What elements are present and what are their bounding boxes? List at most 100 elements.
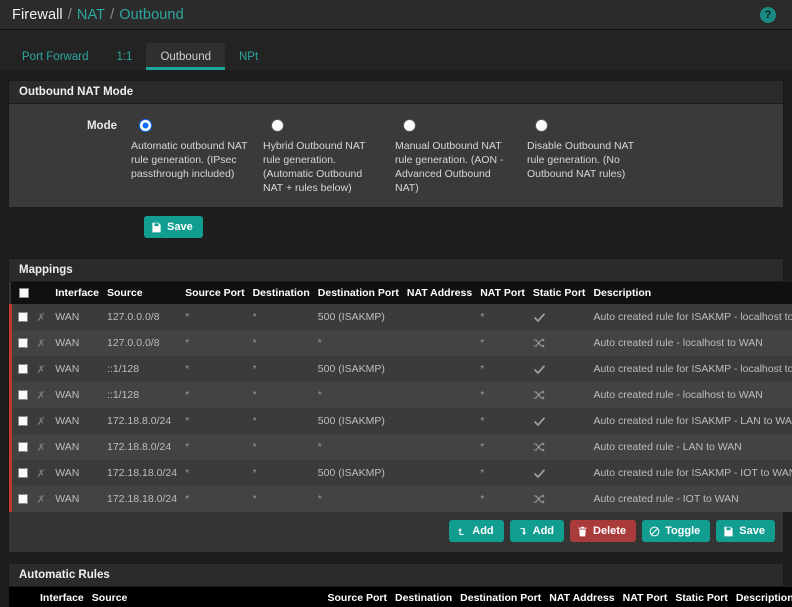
mappings-header-row: Interface Source Source Port Destination… [10, 282, 792, 304]
row-select-cell[interactable] [9, 486, 33, 512]
cell-nat-port: * [480, 389, 485, 401]
cell-source: 172.18.8.0/24 [107, 415, 172, 427]
radio-automatic[interactable] [140, 120, 151, 131]
cell-source: 172.18.18.0/24 [107, 467, 178, 479]
table-row[interactable]: ✗ WAN 172.18.18.0/24 * * 500 (ISAKMP) * Auto cr… [9, 460, 792, 486]
cell-nat-address [403, 304, 476, 330]
cell-destination-port: 500 (ISAKMP) [317, 415, 385, 427]
cell-source-port: * [185, 493, 190, 505]
cell-interface: WAN [55, 337, 80, 349]
cell-interface: WAN [55, 493, 80, 505]
mode-save-button[interactable]: Save [144, 216, 203, 238]
row-status-cell: ✗ [33, 460, 52, 486]
mode-options: Automatic outbound NAT rule generation. … [131, 118, 783, 195]
col-interface: Interface [51, 282, 103, 304]
mode-option-automatic-label: Automatic outbound NAT rule generation. … [131, 140, 248, 180]
row-select-cell[interactable] [9, 304, 33, 330]
row-checkbox[interactable] [18, 364, 28, 375]
breadcrumb-outbound-link[interactable]: Outbound [119, 7, 184, 23]
add-up-label: Add [472, 525, 494, 537]
add-down-button[interactable]: Add [509, 520, 565, 542]
random-port-shuffle-icon [533, 493, 545, 505]
cell-source-port: * [185, 415, 190, 427]
table-row[interactable]: ✗ WAN::1/128 * * * * Auto created rule - local… [9, 382, 792, 408]
cell-source-port: * [185, 311, 190, 323]
row-select-cell[interactable] [9, 460, 33, 486]
cell-description: Auto created rule for ISAKMP - IOT to WA… [593, 467, 792, 479]
tab-one-to-one[interactable]: 1:1 [102, 43, 146, 70]
table-row[interactable]: ✗ WAN 172.18.8.0/24 * * * * Auto created rule -… [9, 434, 792, 460]
add-up-button[interactable]: Add [449, 520, 504, 542]
toggle-button[interactable]: Toggle [642, 520, 711, 542]
radio-disable[interactable] [536, 120, 547, 131]
mode-option-hybrid[interactable]: Hybrid Outbound NAT rule generation. (Au… [263, 118, 395, 195]
cell-interface: WAN [55, 467, 80, 479]
row-select-cell[interactable] [9, 356, 33, 382]
disabled-x-icon: ✗ [36, 389, 46, 402]
cell-static-port [529, 408, 590, 434]
mappings-toolbar: Add Add Delete Toggle Save [9, 512, 783, 552]
select-all-header [10, 282, 33, 304]
automatic-rules-head: Interface Source Source Port Destination… [9, 587, 792, 607]
help-icon[interactable]: ? [760, 7, 776, 23]
automatic-rules-title: Automatic Rules [9, 564, 783, 587]
col-destination: Destination [248, 282, 314, 304]
cell-static-port [529, 304, 590, 330]
radio-manual[interactable] [404, 120, 415, 131]
row-checkbox[interactable] [18, 338, 28, 349]
breadcrumb-nat-link[interactable]: NAT [77, 7, 105, 23]
row-checkbox[interactable] [18, 494, 28, 505]
table-row[interactable]: ✗ WAN 172.18.18.0/24 * * * * Auto created rule … [9, 486, 792, 512]
mode-save-label: Save [167, 221, 193, 233]
mappings-save-button[interactable]: Save [716, 520, 775, 542]
row-checkbox[interactable] [18, 442, 28, 453]
mappings-table: Interface Source Source Port Destination… [9, 282, 792, 512]
delete-button[interactable]: Delete [570, 520, 637, 542]
table-row[interactable]: ✗ WAN::1/128 * * 500 (ISAKMP) * Auto created r… [9, 356, 792, 382]
floppy-disk-icon [151, 222, 162, 233]
toggle-label: Toggle [665, 525, 701, 537]
tab-npt[interactable]: NPt [225, 43, 272, 70]
radio-hybrid[interactable] [272, 120, 283, 131]
tab-port-forward[interactable]: Port Forward [8, 43, 102, 70]
breadcrumb-separator-1: / [67, 6, 72, 23]
mappings-save-label: Save [739, 525, 765, 537]
row-checkbox[interactable] [18, 416, 28, 427]
table-row[interactable]: ✗ WAN 172.18.8.0/24 * * 500 (ISAKMP) * Auto cre… [9, 408, 792, 434]
random-port-shuffle-icon [533, 441, 545, 453]
cell-interface: WAN [55, 415, 80, 427]
tab-outbound[interactable]: Outbound [146, 43, 225, 70]
select-all-checkbox[interactable] [18, 288, 29, 299]
cell-description: Auto created rule for ISAKMP - localhost… [593, 311, 792, 323]
auto-col-destination-port: Destination Port [456, 587, 546, 607]
table-row[interactable]: ✗ WAN 127.0.0.0/8 * * * * Auto created rule - l… [9, 330, 792, 356]
cell-nat-port: * [480, 441, 485, 453]
row-checkbox[interactable] [18, 312, 28, 323]
breadcrumb-bar: Firewall / NAT / Outbound ? [0, 0, 792, 30]
disabled-x-icon: ✗ [36, 493, 46, 506]
mode-option-hybrid-label: Hybrid Outbound NAT rule generation. (Au… [263, 140, 366, 194]
row-select-cell[interactable] [9, 434, 33, 460]
disabled-x-icon: ✗ [36, 415, 46, 428]
cell-source-port: * [185, 389, 190, 401]
cell-source: 127.0.0.0/8 [107, 337, 160, 349]
row-select-cell[interactable] [9, 382, 33, 408]
status-header [32, 282, 52, 304]
cell-source: 127.0.0.0/8 [107, 311, 160, 323]
mode-option-disable[interactable]: Disable Outbound NAT rule generation. (N… [527, 118, 659, 195]
cell-destination: * [252, 493, 257, 505]
row-select-cell[interactable] [9, 408, 33, 434]
row-select-cell[interactable] [9, 330, 33, 356]
automatic-rules-panel: Automatic Rules Interface Source Source … [8, 563, 792, 607]
disabled-x-icon: ✗ [36, 311, 46, 324]
mode-option-manual[interactable]: Manual Outbound NAT rule generation. (AO… [395, 118, 527, 195]
row-checkbox[interactable] [18, 390, 28, 401]
cell-destination: * [252, 311, 257, 323]
table-row[interactable]: ✗ WAN 127.0.0.0/8 * * 500 (ISAKMP) * Auto creat… [9, 304, 792, 330]
row-checkbox[interactable] [18, 468, 28, 479]
row-status-cell: ✗ [33, 434, 52, 460]
cell-description: Auto created rule for ISAKMP - LAN to WA… [593, 415, 792, 427]
cell-description: Auto created rule - IOT to WAN [593, 493, 739, 505]
cell-description: Auto created rule for ISAKMP - localhost… [593, 363, 792, 375]
mode-option-automatic[interactable]: Automatic outbound NAT rule generation. … [131, 118, 263, 195]
